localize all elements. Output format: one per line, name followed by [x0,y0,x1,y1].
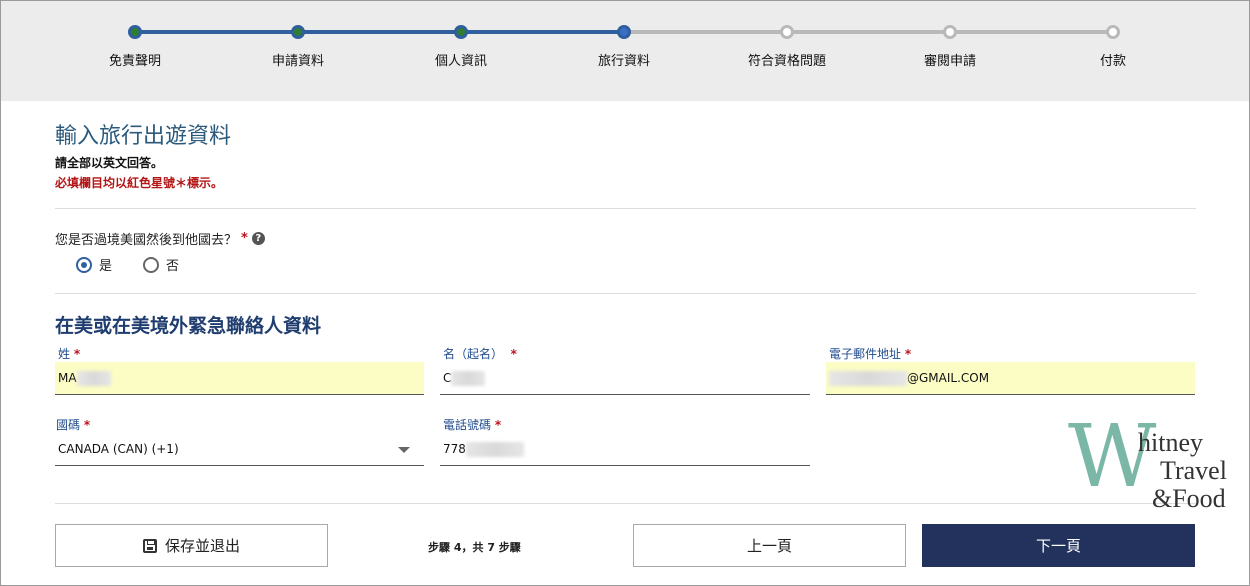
step-5-dot-icon [780,25,794,39]
required-fields-note: 必填欄目均以紅色星號＊標示。 [55,176,224,190]
required-asterisk: * [241,231,248,246]
redacted-text [76,370,111,386]
redacted-text [451,370,486,386]
divider [55,293,1196,294]
first-name-label: 名（起名） * [443,347,517,361]
divider [55,503,1196,504]
logo-letter: W [1068,407,1157,507]
step-1-dot-icon [128,25,142,39]
first-name-value: C [443,371,452,385]
step-2-dot-icon [291,25,305,39]
last-name-value: MA [58,371,77,385]
step-3-dot-icon [454,25,468,39]
step-7-dot-icon [1106,25,1120,39]
country-code-value: CANADA (CAN) (+1) [58,442,179,456]
phone-label: 電話號碼 * [443,418,502,432]
first-name-input[interactable]: C [440,362,810,395]
previous-button[interactable]: 上一頁 [633,524,906,567]
save-icon [142,538,157,553]
logo-line-3: &Food [1152,484,1226,513]
watermark-logo: W hitney Travel &Food [1068,414,1243,516]
country-code-label: 國碼 * [56,418,91,432]
save-exit-button[interactable]: 保存並退出 [55,524,328,567]
step-label-payment: 付款 [1099,54,1127,69]
next-label: 下一頁 [1035,537,1081,555]
question-circle-icon[interactable]: ? [251,232,265,245]
step-label-application: 申請資料 [271,54,325,69]
divider [55,208,1196,209]
email-value: @GMAIL.COM [907,371,990,385]
next-button[interactable]: 下一頁 [922,524,1195,567]
last-name-label: 姓 * [58,347,81,361]
redacted-text [829,370,907,386]
step-label-eligibility: 符合資格問題 [747,54,827,69]
page-title: 輸入旅行出遊資料 [55,124,232,149]
radio-option-yes[interactable]: 是 [76,255,112,274]
radio-no-label: 否 [166,259,180,274]
redacted-text [465,441,524,457]
english-only-note: 請全部以英文回答。 [55,156,164,170]
radio-no-button[interactable] [143,256,159,273]
phone-input[interactable]: 778 [440,433,810,466]
save-exit-label: 保存並退出 [164,537,240,555]
last-name-input[interactable]: MA [55,362,424,395]
previous-label: 上一頁 [746,537,792,555]
logo-line-1: hitney [1138,428,1203,457]
step-label-disclaimer: 免責聲明 [108,54,162,69]
transit-question-text: 您是否過境美國然後到他國去？ [55,233,238,248]
radio-option-no[interactable]: 否 [143,255,179,274]
email-label: 電子郵件地址 * [829,347,912,361]
step-label-personal: 個人資訊 [434,54,488,69]
step-4-dot-icon [617,25,631,39]
country-code-select[interactable]: CANADA (CAN) (+1) [55,433,424,466]
step-6-dot-icon [943,25,957,39]
chevron-down-icon [398,447,410,453]
radio-yes-label: 是 [99,259,113,274]
transit-question: 您是否過境美國然後到他國去？ * ? [55,229,265,248]
phone-value: 778 [443,442,466,456]
email-input[interactable]: @GMAIL.COM [826,362,1195,395]
logo-line-2: Travel [1160,456,1227,485]
progress-track-remaining [624,30,1113,34]
step-counter: 步驟 4，共 7 步驟 [428,541,521,554]
emergency-contact-title: 在美或在美境外緊急聯絡人資料 [55,315,322,337]
step-label-travel: 旅行資料 [597,54,651,69]
radio-yes-button[interactable] [76,256,92,273]
step-label-review: 審閱申請 [923,54,977,69]
progress-track-completed [135,30,624,34]
